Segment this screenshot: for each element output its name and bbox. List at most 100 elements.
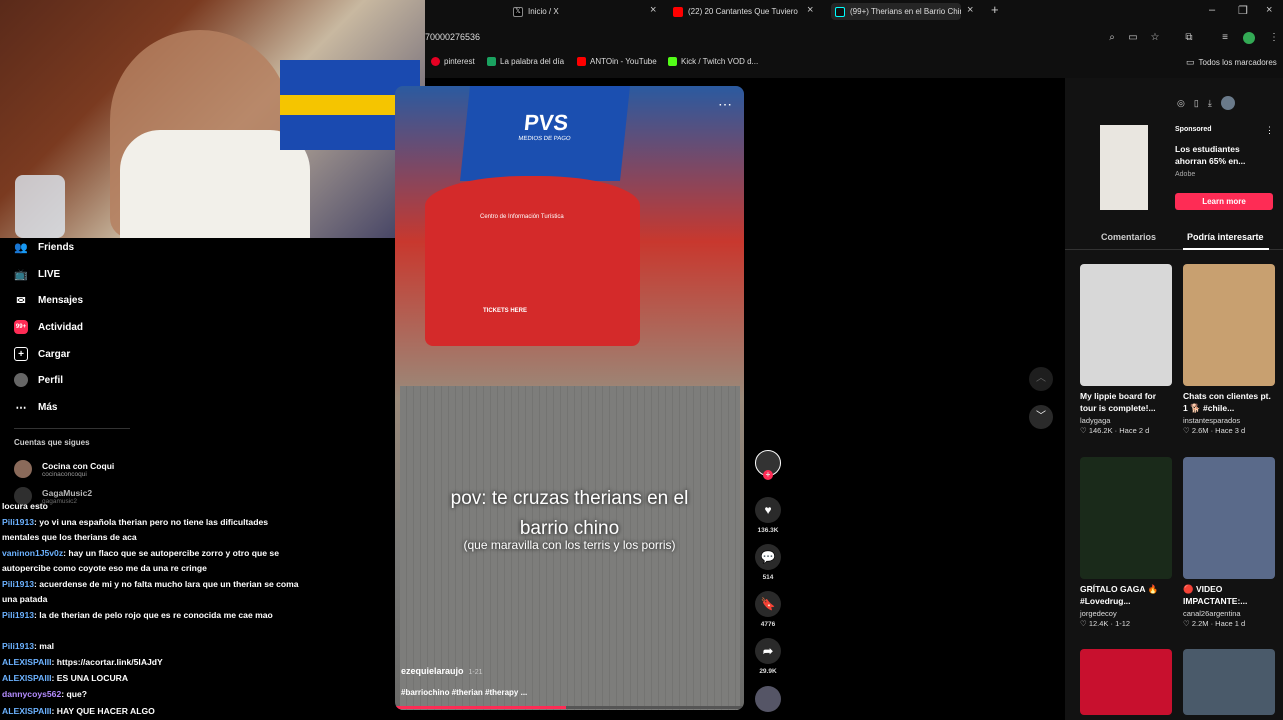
tab-youtube[interactable]: (22) 20 Cantantes Que Tuvieron: [673, 3, 798, 20]
phone-icon[interactable]: ▯: [1194, 98, 1199, 110]
avatar: [14, 460, 32, 478]
chevron-up-icon: ︿: [1036, 373, 1046, 384]
save-button[interactable]: 🔖 4776: [754, 591, 782, 628]
ad-options-icon[interactable]: ⋮: [1265, 125, 1274, 136]
cast-icon[interactable]: ▭: [1127, 32, 1139, 44]
post-date: 1-21: [468, 669, 483, 676]
ad-thumbnail[interactable]: [1100, 125, 1148, 210]
messages-icon: ✉: [16, 294, 26, 307]
video-player[interactable]: PVS MEDIOS DE PAGO Centro de Información…: [395, 86, 744, 710]
chat-user: Pili1913: [2, 641, 35, 651]
follow-plus-icon[interactable]: +: [763, 470, 773, 480]
share-button[interactable]: ➦ 29.9K: [754, 638, 782, 675]
nav-actividad[interactable]: 99+ Actividad: [14, 320, 83, 334]
download-icon[interactable]: ⤓: [1208, 98, 1212, 110]
address-bar[interactable]: 70000276536: [425, 32, 480, 42]
nav-friends[interactable]: 👥 Friends: [14, 240, 74, 254]
chat-message: Pili1913: yo vi una española therian per…: [2, 515, 302, 545]
bookmark-palabra[interactable]: La palabra del día: [487, 57, 564, 66]
chat-message: ALEXISPAIII: https://acortar.link/5lAJdY: [2, 655, 302, 670]
window-close-icon[interactable]: ×: [1266, 4, 1272, 16]
pvs-sign: PVS MEDIOS DE PAGO: [460, 86, 630, 181]
media-icon[interactable]: ≡: [1219, 32, 1231, 44]
tab-podria-interesarte[interactable]: Podría interesarte: [1187, 232, 1264, 242]
view-count: 12.4K: [1088, 619, 1109, 628]
video-stats: ♡ 12.4K · 1-12: [1080, 619, 1131, 628]
close-tab-icon[interactable]: ×: [807, 4, 813, 16]
progress-track[interactable]: [395, 706, 744, 709]
nav-mensajes[interactable]: ✉ Mensajes: [14, 293, 83, 307]
close-tab-icon[interactable]: ×: [967, 4, 973, 16]
menu-kebab-icon[interactable]: ⋮: [1268, 32, 1280, 44]
chat-message: ALEXISPAIII: ES UNA LOCURA: [2, 671, 302, 686]
tab-tiktok[interactable]: (99+) Therians en el Barrio Chin: [831, 3, 961, 20]
star-icon[interactable]: ☆: [1149, 32, 1161, 44]
learn-more-button[interactable]: Learn more: [1175, 193, 1273, 210]
video-subcaption: (que maravilla con los terris y los porr…: [463, 538, 676, 552]
avatar-icon[interactable]: [1243, 32, 1255, 44]
sponsored-label: Sponsored: [1175, 126, 1212, 133]
tab-inicio-x[interactable]: 𝕏 Inicio / X: [513, 3, 583, 20]
post-age: Hace 1 d: [1215, 619, 1246, 628]
chat-text: : HAY QUE HACER ALGO: [51, 706, 155, 716]
water-bottle: [15, 175, 65, 238]
nav-label: Más: [38, 401, 58, 413]
video-thumbnail[interactable]: [1080, 649, 1172, 715]
bookmark-antoin[interactable]: ANTOin - YouTube: [577, 57, 657, 66]
video-author: ladygaga: [1080, 416, 1111, 425]
video-title: Chats con clientes pt. 1 🐕 #chile...: [1183, 391, 1271, 413]
chat-text: : acuerdense de mi y no falta mucho lara…: [2, 579, 299, 604]
chat-user: ALEXISPAIII: [2, 657, 52, 667]
close-tab-icon[interactable]: ×: [650, 4, 656, 16]
nav-mas[interactable]: ⋯ Más: [14, 400, 58, 414]
comment-button[interactable]: 💬 514: [754, 544, 782, 581]
compass-icon[interactable]: ◎: [1177, 98, 1185, 110]
nav-perfil[interactable]: Perfil: [14, 373, 63, 387]
video-thumbnail: [1183, 457, 1275, 579]
browser-toolbar: 𝕏 Inicio / X × (22) 20 Cantantes Que Tuv…: [425, 0, 1283, 78]
avatar[interactable]: [1220, 96, 1235, 110]
suggested-video[interactable]: 🔴 VIDEO IMPACTANTE:... canal26argentina …: [1183, 457, 1275, 628]
kick-icon: [668, 57, 677, 66]
video-thumbnail[interactable]: [1183, 649, 1275, 715]
music-disc[interactable]: [754, 686, 782, 716]
x-logo-icon: 𝕏: [513, 6, 523, 17]
bookmark-kick[interactable]: Kick / Twitch VOD d...: [668, 57, 758, 66]
author-name[interactable]: ezequielaraujo: [401, 666, 464, 676]
chevron-down-icon: ﹀: [1036, 411, 1046, 422]
zoom-icon[interactable]: ⌕: [1106, 32, 1118, 44]
friends-icon: 👥: [14, 241, 28, 254]
activity-icon: 99+: [14, 320, 28, 334]
live-icon: 📺: [14, 268, 28, 281]
video-options-icon[interactable]: ⋯: [718, 96, 732, 113]
ad-brand: Adobe: [1175, 171, 1196, 178]
suggested-video[interactable]: My lippie board for tour is complete!...…: [1080, 264, 1172, 435]
new-tab-icon[interactable]: +: [991, 2, 999, 17]
nav-live[interactable]: 📺 LIVE: [14, 267, 60, 281]
following-title: Cuentas que sigues: [14, 438, 90, 447]
video-hashtags[interactable]: #barriochino #therian #therapy ...: [401, 688, 527, 697]
video-author: jorgedecoy: [1080, 609, 1117, 618]
like-button[interactable]: ♥ 136.3K: [754, 497, 782, 534]
extensions-icon[interactable]: ⧉: [1183, 32, 1195, 44]
chat-message: Pili1913: acuerdense de mi y no falta mu…: [2, 577, 302, 607]
minimize-icon[interactable]: –: [1209, 4, 1215, 16]
restore-icon[interactable]: ❐: [1238, 4, 1248, 17]
more-icon: ⋯: [15, 401, 27, 414]
next-video-button[interactable]: ﹀: [1029, 405, 1053, 429]
bookmark-pinterest[interactable]: pinterest: [431, 57, 475, 66]
tab-label: (99+) Therians en el Barrio Chin: [850, 7, 961, 16]
all-bookmarks[interactable]: ▭ Todos los marcadores: [1186, 57, 1277, 68]
suggested-video[interactable]: Chats con clientes pt. 1 🐕 #chile... ins…: [1183, 264, 1275, 435]
tab-comentarios[interactable]: Comentarios: [1101, 232, 1156, 242]
following-item[interactable]: Cocina con Coqui cocinaconcoqui: [14, 460, 114, 478]
previous-video-button[interactable]: ︿: [1029, 367, 1053, 391]
suggested-video[interactable]: GRÍTALO GAGA 🔥 #Lovedrug... jorgedecoy ♡…: [1080, 457, 1172, 628]
info-kiosk: Centro de Información Turística TICKETS …: [425, 176, 640, 346]
divider: [14, 428, 130, 429]
nav-label: Perfil: [38, 374, 64, 386]
sign-subtitle: MEDIOS DE PAGO: [517, 136, 571, 142]
creator-avatar[interactable]: +: [754, 450, 782, 480]
nav-cargar[interactable]: + Cargar: [14, 347, 70, 361]
chat-user: Pili1913: [2, 517, 35, 527]
